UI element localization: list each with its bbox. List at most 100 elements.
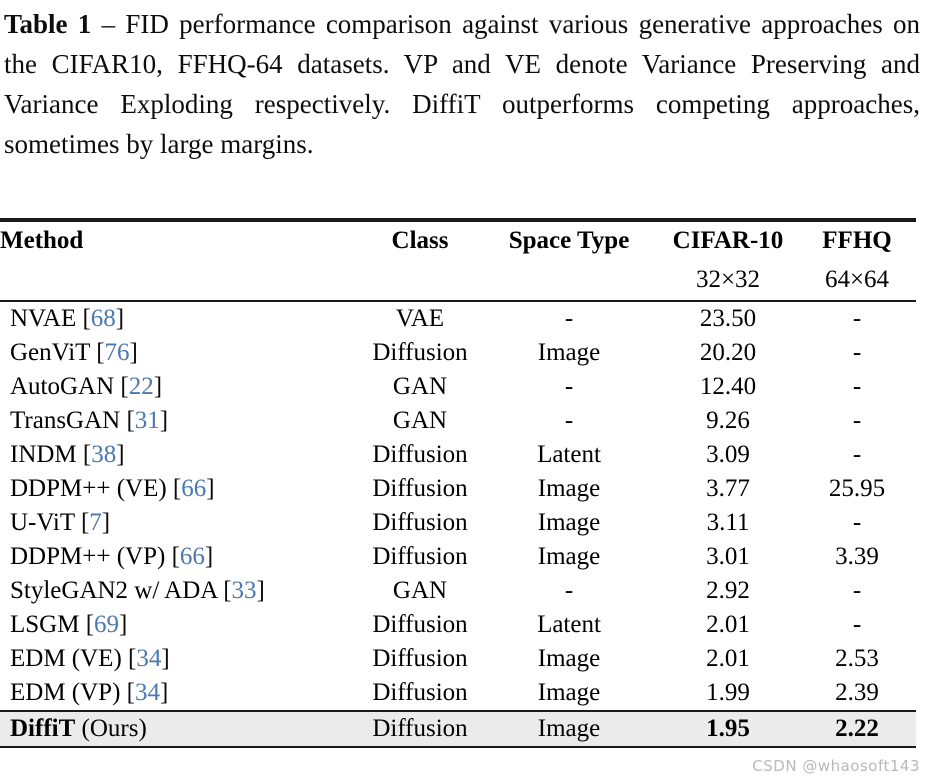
column-header-ffhq: FFHQ	[822, 227, 892, 254]
cell-method: NVAE [68]	[0, 302, 360, 336]
method-name: StyleGAN2 w/ ADA	[10, 577, 217, 604]
cell-cifar10-fid: 3.01	[706, 543, 750, 570]
method-name: DDPM++ (VE)	[10, 475, 167, 502]
caption-dash: –	[91, 9, 126, 39]
method-suffix: (Ours)	[75, 715, 147, 742]
cell-ffhq-fid: -	[852, 305, 862, 332]
cell-ffhq-fid: -	[852, 441, 862, 468]
cell-cifar10-fid: 20.20	[699, 339, 757, 366]
cell-method: AutoGAN [22]	[0, 370, 360, 404]
table-row[interactable]: LSGM [69] Diffusion Latent 2.01 -	[0, 608, 916, 642]
cell-class: Diffusion	[360, 711, 480, 746]
table-row[interactable]: TransGAN [31] GAN - 9.26 -	[0, 404, 916, 438]
table-row[interactable]: U-ViT [7] Diffusion Image 3.11 -	[0, 506, 916, 540]
column-header-space-type: Space Type	[508, 227, 630, 254]
table-row[interactable]: DDPM++ (VP) [66] Diffusion Image 3.01 3.39	[0, 540, 916, 574]
method-name: DDPM++ (VP)	[10, 543, 166, 570]
table-row[interactable]: AutoGAN [22] GAN - 12.40 -	[0, 370, 916, 404]
cell-class: GAN	[392, 577, 448, 604]
method-name: LSGM	[10, 611, 80, 638]
cell-method: DiffiT (Ours)	[0, 711, 360, 746]
csdn-watermark: CSDN @whaosoft143	[752, 757, 920, 775]
cell-ffhq-fid: -	[852, 373, 862, 400]
cell-cifar10-fid: 2.92	[706, 577, 750, 604]
cell-method: StyleGAN2 w/ ADA [33]	[0, 574, 360, 608]
citation-ref[interactable]: [38]	[83, 441, 125, 468]
cell-ffhq-fid: -	[852, 339, 862, 366]
table-body: NVAE [68] VAE -23.50- GenViT [76] Diffusion I…	[0, 302, 916, 746]
citation-ref[interactable]: [31]	[126, 407, 168, 434]
table-row[interactable]: StyleGAN2 w/ ADA [33] GAN - 2.92 -	[0, 574, 916, 608]
table-row[interactable]: EDM (VE) [34] Diffusion Image 2.01 2.53	[0, 642, 916, 676]
method-name: DiffiT	[10, 715, 76, 742]
cell-method: TransGAN [31]	[0, 404, 360, 438]
cell-space-type: Image	[537, 475, 601, 502]
cell-method: GenViT [76]	[0, 336, 360, 370]
method-name: INDM	[10, 441, 77, 468]
cell-space-type: -	[564, 305, 574, 332]
cell-method: DDPM++ (VE) [66]	[0, 472, 360, 506]
table-row[interactable]: DiffiT (Ours) Diffusion Image 1.95 2.22	[0, 711, 916, 746]
header-row-primary: Method Class Space Type CIFAR-10 FFHQ	[0, 222, 916, 260]
citation-ref[interactable]: [7]	[81, 509, 110, 536]
cell-class: Diffusion	[372, 509, 468, 536]
citation-ref[interactable]: [76]	[96, 339, 138, 366]
cell-method: INDM [38]	[0, 438, 360, 472]
cell-space-type: Latent	[537, 441, 601, 468]
column-header-cifar10: CIFAR-10	[672, 227, 784, 254]
column-subheader-ffhq-resolution: 64×64	[824, 266, 890, 293]
cell-space-type: Image	[537, 679, 601, 706]
column-subheader-cifar-resolution: 32×32	[695, 266, 761, 293]
cell-class: Diffusion	[372, 679, 468, 706]
cell-space-type: Image	[537, 509, 601, 536]
table-bottom-rule	[0, 746, 916, 748]
cell-cifar10-fid: 3.09	[706, 441, 750, 468]
table-row[interactable]: EDM (VP) [34] Diffusion Image 1.99 2.39	[0, 676, 916, 711]
cell-space-type: -	[564, 577, 574, 604]
cell-ffhq-fid: 2.53	[835, 645, 879, 672]
table-head: Method Class Space Type CIFAR-10 FFHQ 32…	[0, 222, 916, 300]
cell-method: LSGM [69]	[0, 608, 360, 642]
cell-cifar10-fid: 3.11	[706, 509, 750, 536]
cell-class: GAN	[392, 407, 448, 434]
cell-method: DDPM++ (VP) [66]	[0, 540, 360, 574]
column-subheader-space-blank	[480, 260, 658, 300]
citation-ref[interactable]: [33]	[223, 577, 265, 604]
cell-cifar10-fid: 1.95	[658, 711, 798, 746]
table-body-section: NVAE [68] VAE -23.50- GenViT [76] Diffusion I…	[0, 302, 916, 746]
table-row[interactable]: GenViT [76] Diffusion Image 20.20 -	[0, 336, 916, 370]
table-row[interactable]: DDPM++ (VE) [66] Diffusion Image 3.77 25.95	[0, 472, 916, 506]
citation-ref[interactable]: [34]	[127, 679, 169, 706]
cell-cifar10-fid: 1.99	[706, 679, 750, 706]
table-row[interactable]: NVAE [68] VAE - 23.50 -	[0, 302, 916, 336]
cell-cifar10-fid: 2.01	[706, 645, 750, 672]
caption-body: FID performance comparison against vario…	[4, 9, 920, 159]
cell-ffhq-fid: 2.22	[798, 711, 916, 746]
cell-space-type: Latent	[537, 611, 601, 638]
cell-class: Diffusion	[372, 475, 468, 502]
cell-class: Diffusion	[372, 645, 468, 672]
cell-ffhq-fid: 2.39	[835, 679, 879, 706]
cell-ffhq-fid: -	[852, 577, 862, 604]
cell-cifar10-fid: 9.26	[706, 407, 750, 434]
method-name: GenViT	[10, 339, 90, 366]
citation-ref[interactable]: [66]	[172, 543, 214, 570]
citation-ref[interactable]: [68]	[82, 305, 124, 332]
cell-space-type: Image	[537, 645, 601, 672]
citation-ref[interactable]: [34]	[128, 645, 170, 672]
column-subheader-method-blank	[0, 260, 360, 300]
cell-ffhq-fid: -	[852, 509, 862, 536]
cell-class: GAN	[392, 373, 448, 400]
cell-cifar10-fid: 23.50	[699, 305, 757, 332]
table-caption: Table 1 – FID performance comparison aga…	[4, 4, 920, 164]
method-name: EDM (VE)	[10, 645, 122, 672]
citation-ref[interactable]: [22]	[120, 373, 162, 400]
citation-ref[interactable]: [69]	[86, 611, 128, 638]
cell-cifar10-fid: 2.01	[706, 611, 750, 638]
cell-class: Diffusion	[372, 543, 468, 570]
table-row[interactable]: INDM [38] Diffusion Latent 3.09 -	[0, 438, 916, 472]
citation-ref[interactable]: [66]	[173, 475, 215, 502]
cell-ffhq-fid: 25.95	[828, 475, 886, 502]
table-header-section: Method Class Space Type CIFAR-10 FFHQ 32…	[0, 222, 916, 300]
cell-method: EDM (VP) [34]	[0, 676, 360, 711]
